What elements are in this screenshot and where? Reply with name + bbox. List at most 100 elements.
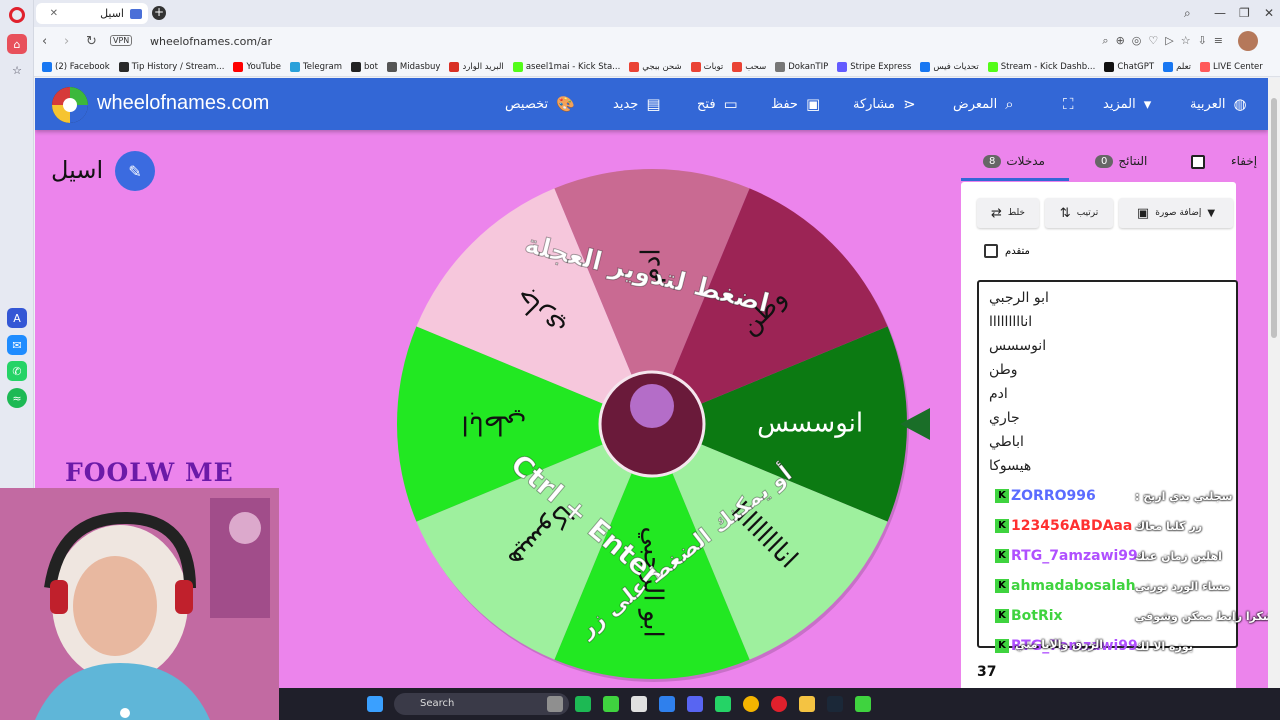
- bookmark-item[interactable]: Stream - Kick Dashb...: [987, 61, 1095, 72]
- wheel-segment-label: اباطي: [462, 410, 527, 440]
- bookmark-item[interactable]: سحب: [732, 61, 766, 72]
- menu-item[interactable]: ◍ العربية: [1190, 95, 1247, 113]
- chrome-icon[interactable]: [743, 696, 759, 712]
- app-icon-3[interactable]: [631, 696, 647, 712]
- menu-item[interactable]: ▤ جديد: [613, 95, 661, 113]
- kick-icon[interactable]: [855, 696, 871, 712]
- chat-username-text: RTG_7amzawi99: [1011, 548, 1138, 564]
- bookmark-item[interactable]: LIVE Center: [1200, 61, 1263, 72]
- file-explorer-icon[interactable]: [799, 696, 815, 712]
- taskbar-search[interactable]: Search: [394, 693, 569, 715]
- profile-avatar[interactable]: [1238, 31, 1258, 51]
- entry-line[interactable]: وطن: [989, 362, 1018, 378]
- edit-title-button[interactable]: ✎: [115, 151, 155, 191]
- task-view-icon[interactable]: [547, 696, 563, 712]
- advanced-checkbox[interactable]: [984, 244, 998, 258]
- bookmark-item[interactable]: البريد الوارد: [449, 61, 504, 72]
- opera-taskbar-icon[interactable]: [771, 696, 787, 712]
- fullscreen-icon: ⛶: [1063, 95, 1074, 113]
- chat-username: K ZORRO996: [995, 488, 1096, 504]
- menu-item[interactable]: ▾ المزيد: [1103, 95, 1151, 113]
- bookmark-item[interactable]: تعلم: [1163, 61, 1191, 72]
- close-tab-icon[interactable]: ✕: [50, 8, 58, 19]
- tab-results[interactable]: النتائج 0: [1095, 154, 1147, 168]
- address-bar-actions-icon[interactable]: ⌕⊕◎♡▷☆⇩≡: [1102, 34, 1230, 48]
- bookmark-item[interactable]: Stripe Express: [837, 61, 911, 72]
- entry-line[interactable]: ابو الرجبي: [989, 290, 1049, 306]
- vpn-badge[interactable]: VPN: [110, 35, 133, 46]
- maximize-icon[interactable]: ❐: [1239, 6, 1250, 20]
- site-header: wheelofnames.com 🎨 تخصيص ▤ جديد ▭ فتح ▣ حفظ ⋖ مشا…: [35, 78, 1268, 130]
- menu-item[interactable]: ⋖ مشاركة: [853, 95, 916, 113]
- bookmark-item[interactable]: تحديات فيس: [920, 61, 979, 72]
- bookmark-item[interactable]: Tip History / Stream...: [118, 61, 224, 72]
- messenger-icon[interactable]: ✉: [7, 335, 27, 355]
- tab-strip: اسيل ✕ + ⌕ — ❐ ✕: [34, 0, 1280, 27]
- bookmark-item[interactable]: DokanTIP: [775, 61, 828, 72]
- entry-line[interactable]: انوسسس: [989, 338, 1046, 354]
- start-icon[interactable]: [367, 696, 383, 712]
- add-image-button[interactable]: ▼ إضافة صورة ▣: [1119, 198, 1233, 228]
- bookmark-item[interactable]: توبات: [690, 61, 723, 72]
- bookmark-item[interactable]: شحن ببجي: [629, 61, 682, 72]
- bookmark-item[interactable]: bot: [350, 61, 378, 72]
- menu-item[interactable]: ⌕ المعرض: [953, 95, 1014, 113]
- bookmark-item[interactable]: ChatGPT: [1104, 61, 1154, 72]
- entry-line[interactable]: اباطي: [989, 434, 1024, 450]
- forward-icon[interactable]: ›: [64, 34, 69, 49]
- page-scrollbar[interactable]: [1268, 78, 1280, 688]
- bookmark-favicon-icon: [920, 61, 931, 72]
- discord-icon[interactable]: [687, 696, 703, 712]
- minimize-icon[interactable]: —: [1214, 6, 1226, 20]
- entry-line[interactable]: انااااااااا: [989, 314, 1032, 330]
- bookmark-item[interactable]: aseel1mai - Kick Sta...: [512, 61, 620, 72]
- new-tab-button[interactable]: +: [152, 6, 166, 20]
- whatsapp-icon[interactable]: ✆: [7, 361, 27, 381]
- menu-item[interactable]: 🎨 تخصيص: [505, 95, 575, 113]
- site-title[interactable]: wheelofnames.com: [97, 92, 269, 115]
- whatsapp-taskbar-icon[interactable]: [715, 696, 731, 712]
- chat-username: Kahmadabosalah: [995, 578, 1136, 594]
- shuffle-button[interactable]: خلط ⇄: [977, 198, 1039, 228]
- home-icon[interactable]: ⌂: [7, 34, 27, 54]
- tab-entries[interactable]: مدخلات 8: [983, 154, 1045, 168]
- app-icon-2[interactable]: [603, 696, 619, 712]
- app-icon-1[interactable]: [575, 696, 591, 712]
- browser-tab[interactable]: اسيل ✕: [36, 3, 148, 24]
- bookmark-item[interactable]: YouTube: [233, 61, 281, 72]
- bookmark-label: البريد الوارد: [462, 61, 504, 72]
- wheel-logo-icon[interactable]: [51, 86, 89, 124]
- sort-button[interactable]: ترتيب ⇅: [1045, 198, 1113, 228]
- steam-icon[interactable]: [827, 696, 843, 712]
- webcam-feed: [0, 488, 279, 720]
- back-icon[interactable]: ‹: [42, 34, 47, 49]
- opera-logo-icon[interactable]: [9, 7, 25, 23]
- reload-icon[interactable]: ↻: [86, 34, 97, 49]
- palette-icon: 🎨: [556, 95, 575, 113]
- bookmark-item[interactable]: (2) Facebook: [42, 61, 110, 72]
- entries-count-badge: 8: [983, 154, 1002, 168]
- bookmark-item[interactable]: Telegram: [290, 61, 342, 72]
- scrollbar-thumb[interactable]: [1271, 98, 1277, 338]
- star-icon[interactable]: ☆: [7, 60, 27, 80]
- entry-line[interactable]: هيسوكا: [989, 458, 1031, 474]
- bookmark-item[interactable]: Midasbuy: [386, 61, 440, 72]
- chat-username-text: 123456ABDAaa: [1011, 518, 1133, 534]
- entry-line[interactable]: ادم: [989, 386, 1008, 402]
- menu-item-label: مشاركة: [853, 96, 895, 112]
- entry-line[interactable]: جاري: [989, 410, 1020, 426]
- spotify-icon[interactable]: ≈: [7, 388, 27, 408]
- search-tabs-icon[interactable]: ⌕: [1184, 6, 1191, 21]
- advanced-toggle[interactable]: متقدم: [984, 244, 1030, 258]
- chat-message: رر كلنا معاك: [1135, 520, 1203, 533]
- tab-title: اسيل: [100, 7, 124, 20]
- wheel[interactable]: انوسسساناااااااااابو الرجبيهيسوكااباطيجا…: [390, 162, 930, 687]
- url-field[interactable]: wheelofnames.com/ar: [150, 35, 272, 48]
- edge-icon[interactable]: [659, 696, 675, 712]
- menu-item[interactable]: ▣ حفظ: [771, 95, 820, 113]
- hide-checkbox[interactable]: [1191, 155, 1205, 169]
- menu-item[interactable]: ▭ فتح: [697, 95, 738, 113]
- close-window-icon[interactable]: ✕: [1264, 6, 1274, 20]
- aria-icon[interactable]: A: [7, 308, 27, 328]
- menu-item[interactable]: ⛶: [1055, 95, 1074, 113]
